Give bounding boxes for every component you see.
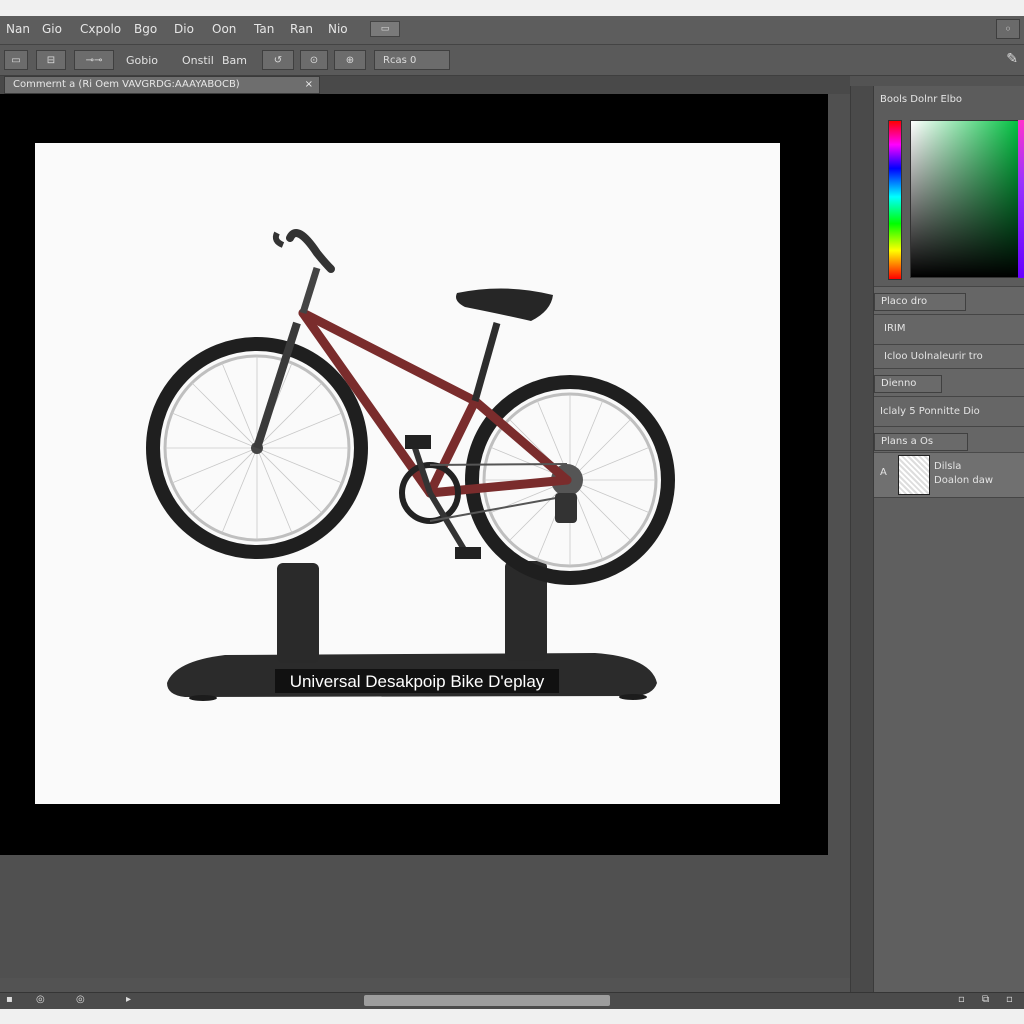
menu-item-9[interactable]: Nio (328, 22, 348, 36)
document-tab-bar: Commernt a (Ri Oem VAVGRDG:AAAYABOCB) × (0, 76, 850, 94)
document-tab[interactable]: Commernt a (Ri Oem VAVGRDG:AAAYABOCB) × (4, 76, 320, 94)
status-bar: ▪ ◎ ◎ ▸ ▫ ⧉ ▫ (0, 992, 1024, 1009)
app-window: Nan Gio Cxpolo Bgo Dio Oon Tan Ran Nio ▭… (0, 16, 1024, 1009)
close-tab-icon[interactable]: × (305, 77, 313, 93)
menu-item-3[interactable]: Cxpolo (80, 22, 121, 36)
product-photo: Universal Desakpoip Bike D'eplay (146, 229, 675, 701)
menu-item-4[interactable]: Bgo (134, 22, 157, 36)
tab-styles[interactable]: Placo dro (874, 293, 966, 311)
layer-subtitle: Doalon daw (934, 475, 994, 486)
menu-bar: Nan Gio Cxpolo Bgo Dio Oon Tan Ran Nio ▭… (0, 16, 1024, 45)
new-layer-icon[interactable]: ▫ (958, 994, 965, 1005)
color-field-edge (1018, 120, 1024, 278)
workspace-switcher[interactable]: ▭ (370, 21, 400, 37)
menu-item-6[interactable]: Oon (212, 22, 236, 36)
delete-layer-icon[interactable]: ▫ (1006, 994, 1013, 1005)
menu-item-1[interactable]: Nan (6, 22, 30, 36)
menu-item-2[interactable]: Gio (42, 22, 62, 36)
styles-row-2: Icloo Uolnaleurir tro (874, 344, 1024, 369)
toggle-button-2[interactable]: ⊕ (334, 50, 366, 70)
styles-row-text[interactable]: Icloo Uolnaleurir tro (884, 351, 983, 362)
layers-empty-area (874, 497, 1024, 993)
layer-row[interactable]: A Dilsla Doalon daw (874, 452, 1024, 498)
mode-button[interactable]: ⊟ (36, 50, 66, 70)
styles-row-1: IRIM (874, 314, 1024, 345)
layers-panel-header: Plans a Os (874, 426, 1024, 453)
adjust-row: Iclaly 5 Ponnitte Dio (874, 396, 1024, 427)
product-label: Universal Desakpoip Bike D'eplay (290, 672, 545, 691)
color-field[interactable] (910, 120, 1020, 278)
option-label-3: Bam (222, 54, 248, 67)
menu-item-8[interactable]: Ran (290, 22, 313, 36)
option-label-1: Gobio (126, 54, 159, 67)
status-arrow-icon[interactable]: ▸ (126, 994, 131, 1005)
document-canvas[interactable]: Universal Desakpoip Bike D'eplay (35, 143, 780, 804)
menu-item-7[interactable]: Tan (254, 22, 274, 36)
option-label-2: Onstil (182, 54, 214, 67)
canvas-frame: Universal Desakpoip Bike D'eplay (0, 94, 828, 855)
vertical-scrollbar[interactable] (850, 86, 874, 1006)
styles-row-label[interactable]: IRIM (884, 323, 905, 334)
styles-panel-header: Placo dro (874, 286, 1024, 315)
window-control-button[interactable]: ◦ (996, 19, 1020, 39)
status-icon-3[interactable]: ◎ (76, 994, 85, 1005)
brush-icon[interactable]: ✎ (1006, 51, 1018, 67)
horizontal-scroll-thumb[interactable] (364, 995, 610, 1006)
brush-picker-button[interactable]: ⊸⊸ (74, 50, 114, 70)
status-icon-2[interactable]: ◎ (36, 994, 45, 1005)
document-tab-title: Commernt a (Ri Oem VAVGRDG:AAAYABOCB) (13, 79, 240, 90)
tab-layers[interactable]: Plans a Os (874, 433, 968, 451)
right-panels: Bools Dolnr Elbo Placo dro IRIM Icloo Uo… (874, 86, 1024, 993)
canvas-workspace[interactable]: Universal Desakpoip Bike D'eplay (0, 94, 850, 978)
toggle-button-1[interactable]: ⊙ (300, 50, 328, 70)
menu-item-5[interactable]: Dio (174, 22, 194, 36)
options-bar: ▭ ⊟ ⊸⊸ Gobio Onstil Bam ↺ ⊙ ⊕ Rcas 0 ✎ (0, 45, 1024, 76)
layer-thumbnail[interactable] (898, 455, 930, 495)
size-field[interactable]: Rcas 0 (374, 50, 450, 70)
tool-preset-button[interactable]: ▭ (4, 50, 28, 70)
rotate-button[interactable]: ↺ (262, 50, 294, 70)
saddle (456, 288, 553, 321)
adjust-row-text[interactable]: Iclaly 5 Ponnitte Dio (880, 406, 980, 417)
hue-slider[interactable] (888, 120, 902, 280)
tab-adjust[interactable]: Dienno (874, 375, 942, 393)
status-icon-1[interactable]: ▪ (6, 994, 13, 1005)
color-panel-title[interactable]: Bools Dolnr Elbo (874, 92, 1024, 110)
stand-post-left (277, 563, 319, 663)
copy-layer-icon[interactable]: ⧉ (982, 994, 989, 1005)
layer-name[interactable]: Dilsla (934, 461, 961, 472)
layer-lock-icon[interactable]: A (880, 467, 887, 478)
adjust-panel-header: Dienno (874, 368, 1024, 397)
